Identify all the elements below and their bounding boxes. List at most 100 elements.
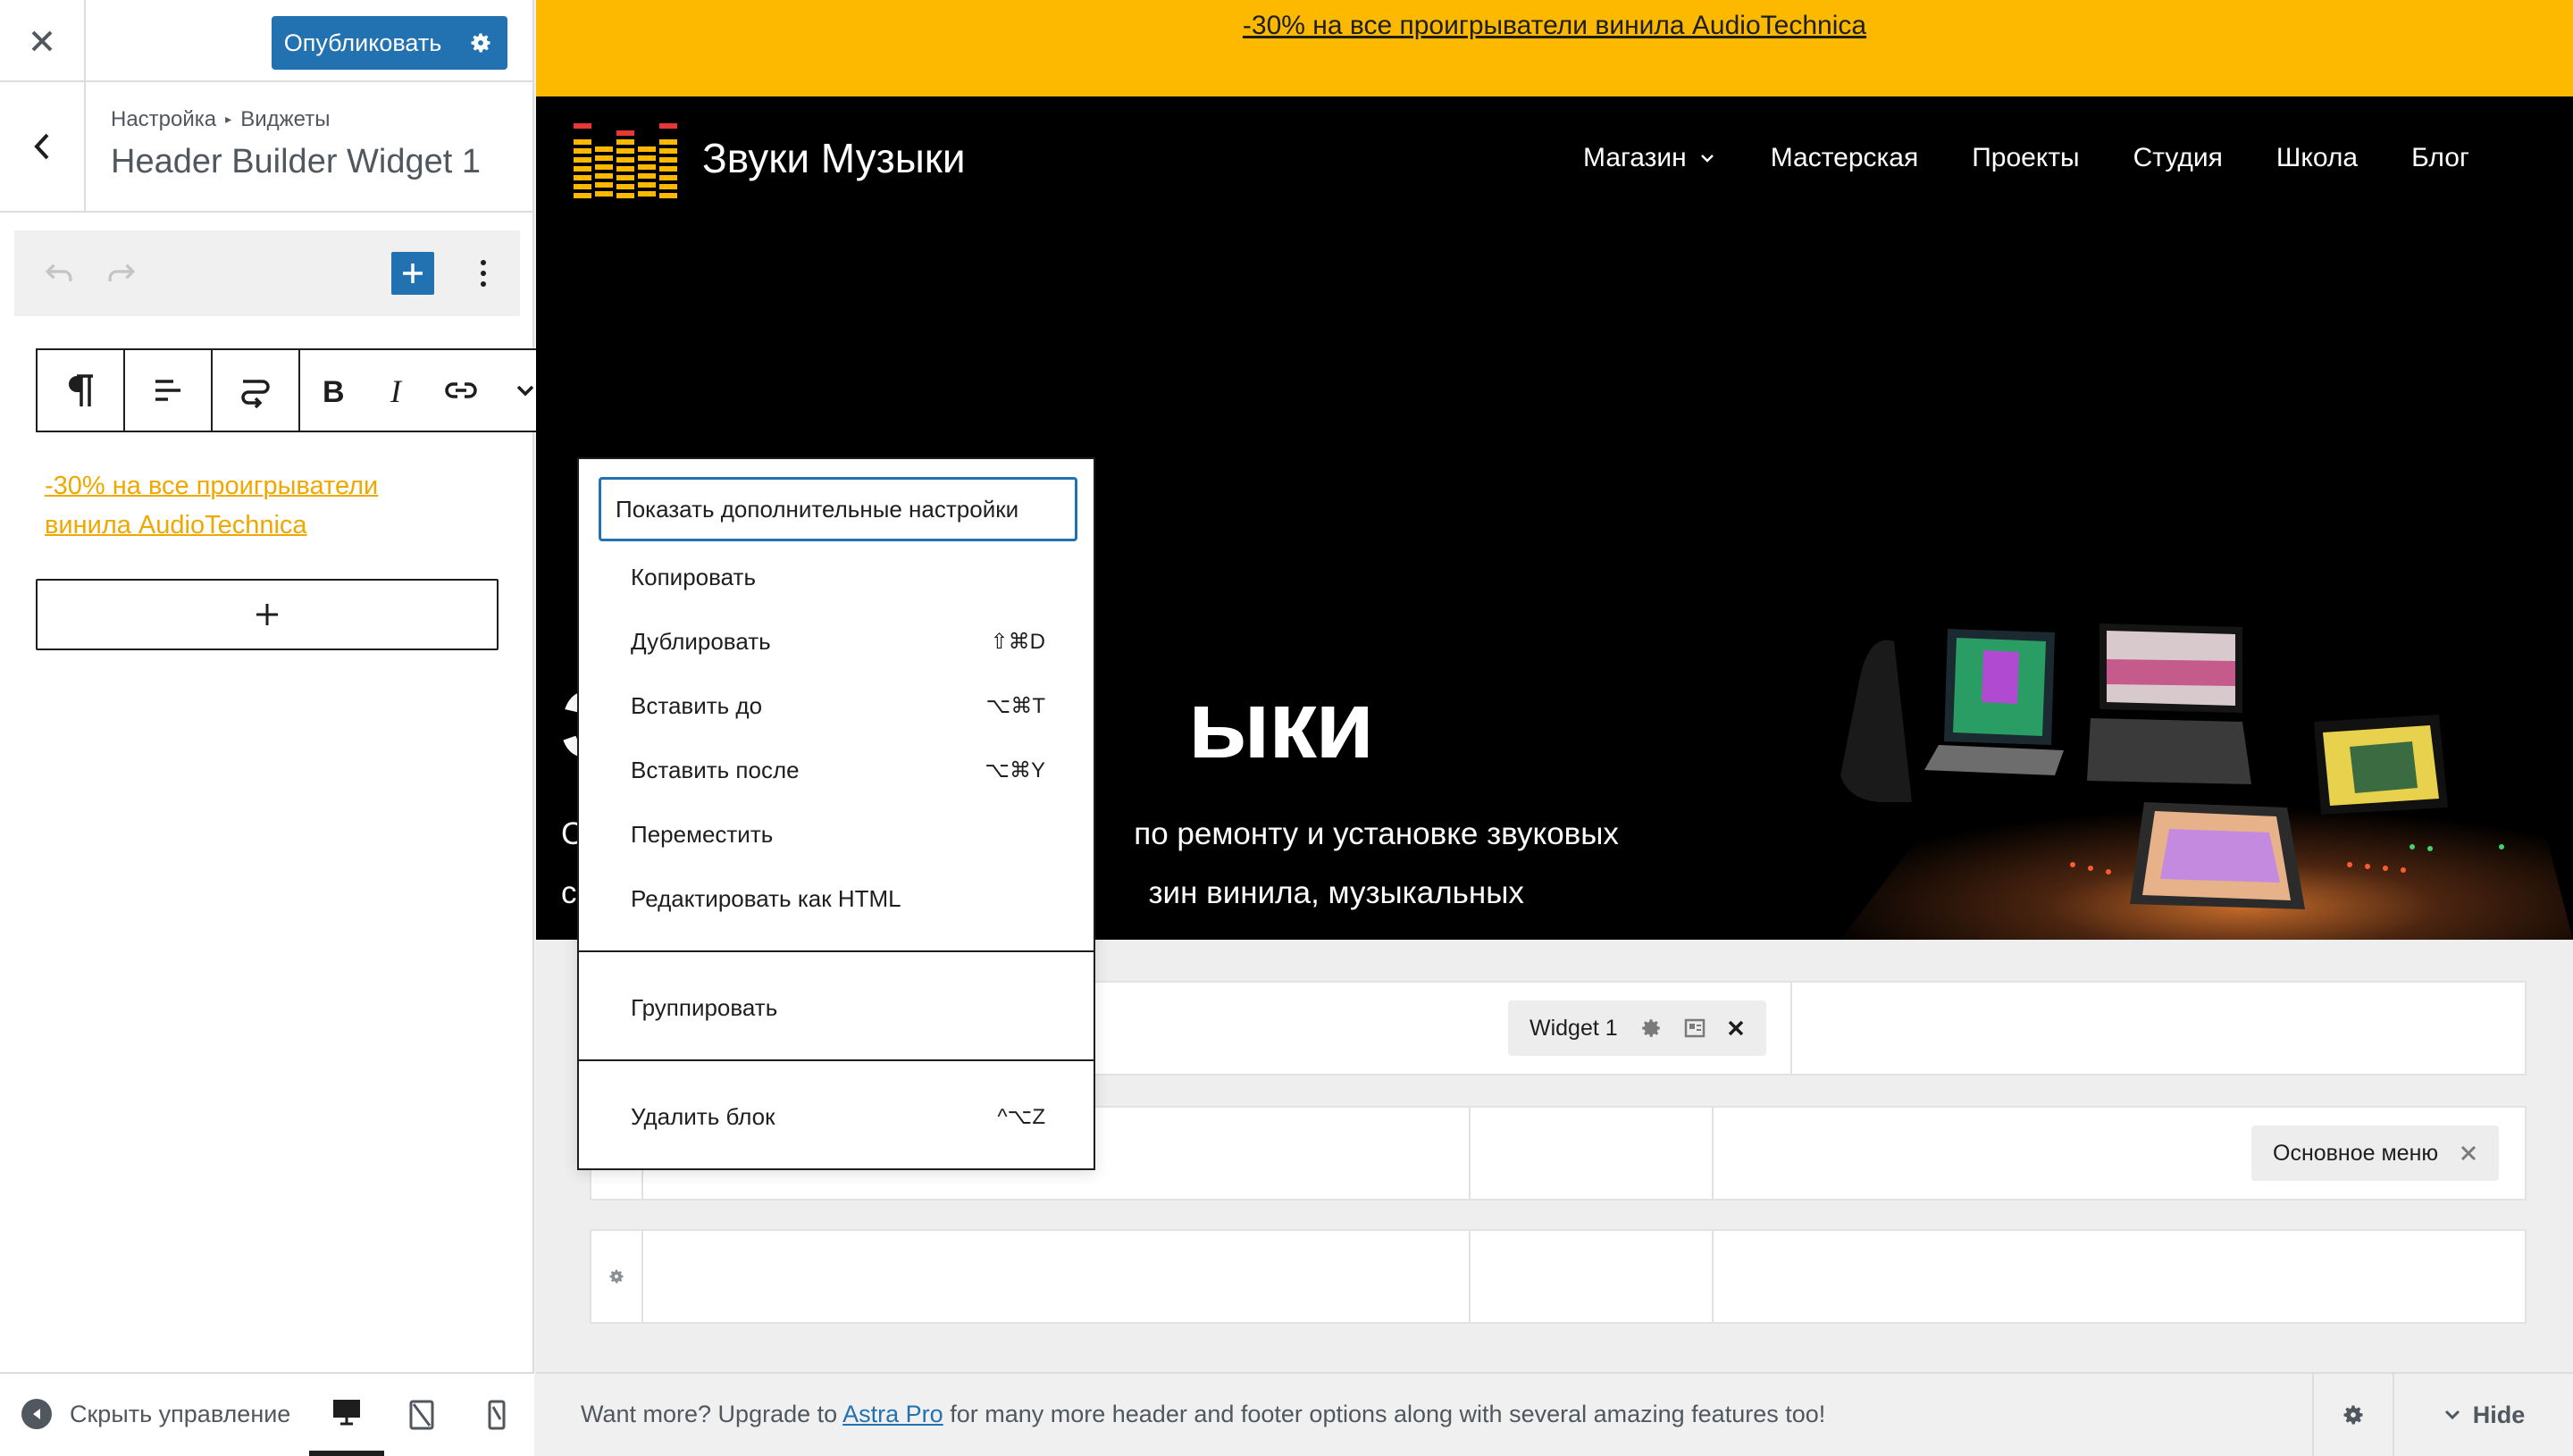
hide-controls-button[interactable]: Скрыть управление (21, 1399, 298, 1429)
panel-header: Настройка ▸ Виджеты Header Builder Widget … (0, 82, 534, 213)
nav-item-workshop[interactable]: Мастерская (1771, 143, 1919, 173)
row-settings[interactable] (591, 1231, 643, 1322)
more-options-icon[interactable] (475, 252, 491, 299)
menu-item-shortcut: ⇧⌘D (990, 629, 1045, 654)
close-icon (31, 30, 53, 52)
widget-chip-label: Widget 1 (1530, 1015, 1618, 1041)
nav-item-label: Школа (2275, 143, 2359, 172)
upgrade-notice-bar: Want more? Upgrade to Astra Pro for many… (536, 1372, 2573, 1456)
panel-title: Header Builder Widget 1 (111, 143, 481, 180)
add-block-button[interactable] (391, 252, 434, 295)
widget-chip[interactable]: Widget 1 (1508, 1000, 1766, 1056)
mobile-icon (488, 1400, 506, 1430)
bold-icon: B (323, 375, 344, 406)
editor-toolbar (14, 230, 520, 316)
menu-item-insert-before[interactable]: Вставить до ⌥⌘T (615, 674, 1061, 738)
bold-button[interactable]: B (300, 350, 365, 431)
breadcrumb: Настройка ▸ Виджеты (111, 107, 330, 132)
nav-item-label: Блог (2411, 143, 2469, 172)
widget-text-line[interactable]: винила AudioTechnica (45, 511, 307, 540)
preview-tablet-button[interactable] (384, 1374, 459, 1456)
chevron-left-icon (34, 133, 49, 160)
menu-item-show-more-settings[interactable]: Показать дополнительные настройки (599, 477, 1077, 541)
svg-text:B: B (323, 375, 344, 406)
menu-chip-remove[interactable] (2460, 1144, 2477, 1162)
mixing-studio-image (1733, 507, 2573, 940)
menu-item-shortcut: ⌥⌘Y (985, 757, 1045, 782)
nav-item-blog[interactable]: Блог (2411, 143, 2469, 173)
widget-text-line[interactable]: -30% на все проигрыватели (45, 472, 378, 500)
promo-link[interactable]: -30% на все проигрыватели винила AudioTe… (1243, 11, 1866, 96)
align-left-icon (155, 380, 180, 401)
hide-builder-button[interactable]: Hide (2393, 1374, 2573, 1456)
builder-zone-left[interactable] (643, 1231, 1471, 1322)
menu-item-label: Вставить после (631, 756, 800, 783)
menu-item-remove-block[interactable]: Удалить блок ^⌥Z (615, 1084, 1061, 1149)
layout-icon (1684, 1018, 1705, 1038)
menu-chip[interactable]: Основное меню (2251, 1125, 2500, 1181)
menu-item-label: Дублировать (631, 627, 771, 655)
astra-pro-link[interactable]: Astra Pro (842, 1401, 943, 1427)
menu-item-shortcut: ^⌥Z (997, 1104, 1045, 1129)
upgrade-text: Want more? Upgrade to Astra Pro for many… (581, 1401, 1825, 1428)
sidebar-footer: Скрыть управление (0, 1372, 534, 1456)
nav-item-label: Мастерская (1770, 143, 1919, 172)
builder-settings-button[interactable] (2312, 1374, 2393, 1456)
tablet-icon (409, 1400, 434, 1430)
menu-item-duplicate[interactable]: Дублировать ⇧⌘D (615, 609, 1061, 674)
collapse-icon (21, 1399, 52, 1429)
link-button[interactable] (429, 350, 493, 431)
nav-item-studio[interactable]: Студия (2133, 143, 2223, 173)
menu-chip-label: Основное меню (2273, 1140, 2439, 1166)
customizer-sidebar: Опубликовать Настройка ▸ Виджеты Header Bu… (0, 0, 665, 1456)
pilcrow-icon (69, 374, 93, 406)
chevron-down-icon (2444, 1410, 2460, 1420)
breadcrumb-item: Виджеты (240, 107, 331, 131)
builder-row-below (590, 1229, 2527, 1324)
menu-item-label: Группировать (631, 993, 778, 1021)
menu-item-move[interactable]: Переместить (615, 802, 1061, 866)
site-title[interactable]: Звуки Музыки (702, 134, 966, 182)
paragraph-block-button[interactable] (38, 350, 123, 431)
menu-item-label: Редактировать как HTML (631, 884, 901, 912)
chevron-down-icon (516, 385, 534, 397)
widget-chip-remove[interactable] (1727, 1019, 1745, 1037)
close-customizer-button[interactable] (0, 0, 86, 82)
menu-item-label: Копировать (631, 563, 756, 590)
menu-item-label: Показать дополнительные настройки (616, 495, 1019, 523)
align-button[interactable] (125, 350, 211, 431)
hide-label: Hide (2472, 1401, 2526, 1428)
nav-item-projects[interactable]: Проекты (1972, 143, 2079, 173)
publish-button[interactable]: Опубликовать (272, 16, 507, 70)
hero-line-start: с (561, 875, 577, 910)
nav-item-shop[interactable]: Магазин (1583, 143, 1717, 173)
menu-item-insert-after[interactable]: Вставить после ⌥⌘Y (615, 738, 1061, 802)
nav-item-school[interactable]: Школа (2276, 143, 2358, 173)
italic-button[interactable]: I (365, 350, 429, 431)
nav-item-label: Студия (2133, 143, 2223, 172)
builder-zone-center[interactable] (1471, 1231, 1714, 1322)
preview-mobile-button[interactable] (459, 1374, 534, 1456)
redo-icon[interactable] (102, 252, 141, 296)
sidebar-top-bar: Опубликовать (0, 0, 534, 82)
menu-item-group[interactable]: Группировать (615, 975, 1061, 1040)
upgrade-text-after: for many more header and footer options … (943, 1401, 1826, 1427)
promo-topbar: -30% на все проигрыватели винила AudioTe… (536, 0, 2573, 96)
menu-divider (579, 950, 1094, 952)
widget-chip-settings[interactable] (1639, 1017, 1663, 1040)
gear-icon (1641, 1019, 1660, 1037)
builder-zone-center[interactable] (1471, 1108, 1714, 1199)
gear-icon (609, 1269, 624, 1284)
equalizer-logo-icon[interactable] (572, 123, 679, 200)
menu-item-copy[interactable]: Копировать (615, 545, 1061, 609)
menu-item-edit-html[interactable]: Редактировать как HTML (615, 866, 1061, 931)
desktop-icon (333, 1400, 360, 1426)
back-button[interactable] (0, 82, 86, 211)
transform-button[interactable] (213, 350, 298, 431)
preview-desktop-button[interactable] (309, 1374, 384, 1456)
widget-text-block[interactable]: -30% на все проигрыватели винила AudioTe… (45, 466, 465, 545)
add-block-appender[interactable] (36, 579, 499, 650)
publish-settings-button[interactable] (454, 16, 507, 70)
undo-icon[interactable] (39, 252, 79, 296)
widget-chip-layout[interactable] (1684, 1018, 1706, 1038)
